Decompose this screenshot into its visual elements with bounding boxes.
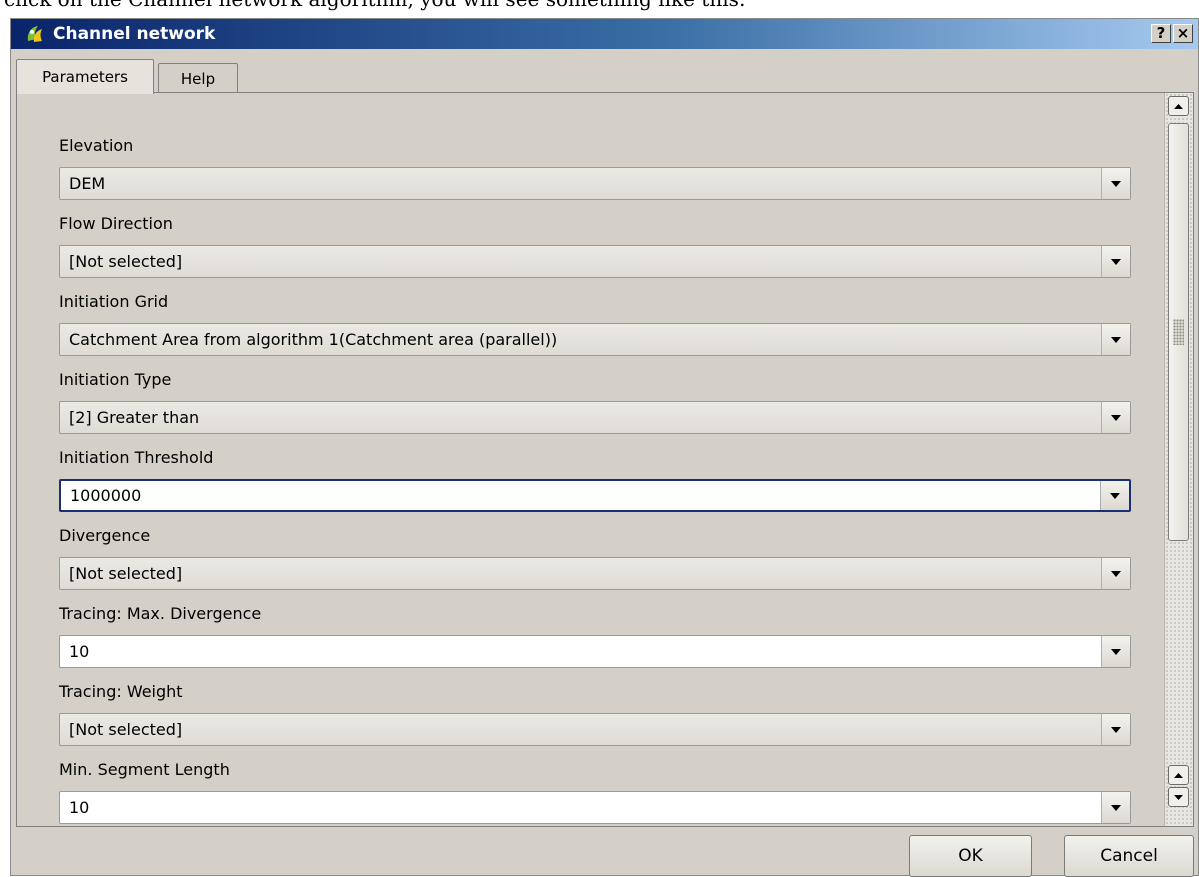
initiation-threshold-input[interactable]: 1000000 (59, 479, 1131, 512)
chevron-down-icon[interactable] (1101, 714, 1130, 745)
max-divergence-label: Tracing: Max. Divergence (59, 604, 262, 623)
initiation-grid-select[interactable]: Catchment Area from algorithm 1(Catchmen… (59, 323, 1131, 356)
cancel-button[interactable]: Cancel (1064, 835, 1194, 877)
min-segment-length-input[interactable]: 10 (59, 791, 1131, 824)
divergence-value: [Not selected] (69, 564, 183, 583)
elevation-value: DEM (69, 174, 106, 193)
chevron-down-icon[interactable] (1101, 558, 1130, 589)
vertical-scrollbar[interactable] (1164, 93, 1193, 826)
chevron-down-icon[interactable] (1101, 324, 1130, 355)
parameters-panel: Elevation DEM Flow Direction [Not select… (16, 92, 1194, 827)
initiation-type-label: Initiation Type (59, 370, 172, 389)
flow-direction-label: Flow Direction (59, 214, 173, 233)
initiation-type-select[interactable]: [2] Greater than (59, 401, 1131, 434)
initiation-grid-label: Initiation Grid (59, 292, 169, 311)
help-titlebar-button[interactable]: ? (1151, 24, 1171, 43)
scroll-up-button[interactable] (1168, 96, 1189, 116)
initiation-threshold-label: Initiation Threshold (59, 448, 214, 467)
scroll-down-button[interactable] (1168, 787, 1189, 807)
chevron-down-icon[interactable] (1101, 168, 1130, 199)
elevation-select[interactable]: DEM (59, 167, 1131, 200)
tracing-weight-select[interactable]: [Not selected] (59, 713, 1131, 746)
document-caption: click on the Channel network algorithm, … (4, 0, 746, 10)
flow-direction-select[interactable]: [Not selected] (59, 245, 1131, 278)
chevron-down-icon[interactable] (1101, 636, 1130, 667)
flow-direction-value: [Not selected] (69, 252, 183, 271)
tab-help[interactable]: Help (158, 63, 238, 93)
window-title: Channel network (53, 24, 216, 44)
arrow-up-icon (1174, 103, 1183, 109)
min-segment-length-value[interactable]: 10 (60, 798, 1101, 817)
tracing-weight-value: [Not selected] (69, 720, 183, 739)
ok-button[interactable]: OK (909, 835, 1032, 877)
min-segment-length-label: Min. Segment Length (59, 760, 230, 779)
divergence-label: Divergence (59, 526, 151, 545)
divergence-select[interactable]: [Not selected] (59, 557, 1131, 590)
parameters-form: Elevation DEM Flow Direction [Not select… (17, 93, 1164, 826)
chevron-down-icon[interactable] (1101, 246, 1130, 277)
chevron-down-icon[interactable] (1101, 792, 1130, 823)
chevron-down-icon[interactable] (1101, 402, 1130, 433)
tab-parameters[interactable]: Parameters (16, 59, 154, 94)
chevron-down-icon[interactable] (1100, 481, 1129, 510)
qgis-logo-icon (23, 22, 47, 46)
initiation-threshold-value[interactable]: 1000000 (61, 486, 1100, 505)
close-button[interactable]: × (1173, 24, 1193, 43)
max-divergence-input[interactable]: 10 (59, 635, 1131, 668)
max-divergence-value[interactable]: 10 (60, 642, 1101, 661)
elevation-label: Elevation (59, 136, 134, 155)
initiation-type-value: [2] Greater than (69, 408, 200, 427)
initiation-grid-value: Catchment Area from algorithm 1(Catchmen… (69, 330, 558, 349)
grip-icon (1173, 319, 1184, 345)
scroll-thumb[interactable] (1168, 123, 1189, 541)
title-bar[interactable]: Channel network ? × (11, 19, 1198, 49)
tracing-weight-label: Tracing: Weight (59, 682, 183, 701)
scroll-page-up-button[interactable] (1168, 765, 1189, 785)
arrow-up-icon (1174, 772, 1183, 778)
channel-network-dialog: Channel network ? × Parameters Help Elev… (10, 18, 1199, 877)
arrow-down-icon (1174, 794, 1183, 800)
